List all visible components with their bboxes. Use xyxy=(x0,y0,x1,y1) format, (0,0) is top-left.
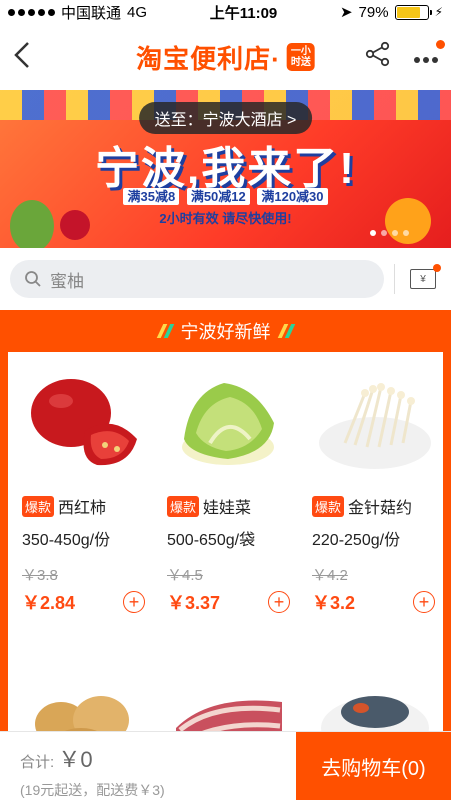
add-to-cart-button[interactable]: + xyxy=(268,591,290,613)
total-amount: ￥0 xyxy=(58,747,93,772)
battery-icon xyxy=(394,4,432,20)
tomato-image xyxy=(25,364,143,482)
promo-item: 满120减30 xyxy=(257,188,328,205)
charging-icon: ⚡ xyxy=(434,5,443,19)
product-card[interactable] xyxy=(153,642,298,758)
cart-bar: 合计: ￥0 (19元起送，配送费￥3) 去购物车(0) xyxy=(0,731,451,800)
product-card[interactable]: 爆款 金针菇约 220-250g/份 ￥4.2 ￥3.2 + xyxy=(298,352,443,642)
more-button[interactable] xyxy=(413,40,445,70)
search-bar: 蜜柚 ¥ xyxy=(0,248,451,311)
hot-tag: 爆款 xyxy=(312,495,345,517)
chevron-left-icon xyxy=(14,41,29,68)
product-grid-row2 xyxy=(8,642,443,758)
nav-bar: 淘宝便利店· 一小时送 xyxy=(0,24,451,90)
product-spec: 500-650g/袋 xyxy=(167,532,256,549)
share-icon xyxy=(365,41,390,67)
plus-icon: + xyxy=(273,592,285,612)
carrier: 中国联通 xyxy=(61,4,122,22)
signal-icon xyxy=(8,8,55,16)
product-spec: 220-250g/份 xyxy=(312,532,401,549)
cherry-image xyxy=(60,210,90,240)
orange-image xyxy=(385,198,431,244)
promo-item: 满50减12 xyxy=(186,188,250,205)
decor-slash-icon xyxy=(277,324,295,338)
delivery-address[interactable]: 送至：宁波大酒店 > xyxy=(138,102,313,134)
network-type: 4G xyxy=(127,3,148,21)
sale-price: ￥2.84 xyxy=(22,593,76,613)
product-card[interactable] xyxy=(298,642,443,758)
notification-dot xyxy=(436,40,445,49)
back-button[interactable] xyxy=(12,40,42,75)
coupon-icon: ¥ xyxy=(410,269,436,289)
product-spec: 350-450g/份 xyxy=(22,532,111,549)
original-price: ￥4.2 xyxy=(312,567,348,584)
enoki-mushroom-image xyxy=(315,364,433,482)
battery-percent: 79% xyxy=(358,3,389,21)
notification-dot xyxy=(433,264,441,272)
plus-icon: + xyxy=(418,592,430,612)
product-card[interactable] xyxy=(8,642,153,758)
share-button[interactable] xyxy=(365,41,391,73)
baby-cabbage-image xyxy=(170,364,288,482)
coupon-button[interactable]: ¥ xyxy=(405,264,441,292)
search-placeholder: 蜜柚 xyxy=(50,271,84,291)
product-name: 西红柿 xyxy=(58,500,107,517)
sale-price: ￥3.2 xyxy=(312,593,356,613)
cart-total: 合计: ￥0 xyxy=(20,742,296,774)
brand-badge: 一小时送 xyxy=(286,43,315,71)
plus-icon: + xyxy=(128,592,140,612)
avocado-image xyxy=(10,200,54,248)
more-icon xyxy=(414,57,438,63)
product-grid: 爆款 西红柿 350-450g/份 ￥3.8 ￥2.84 + 爆款 娃娃菜 50… xyxy=(8,352,443,642)
product-card[interactable]: 爆款 娃娃菜 500-650g/袋 ￥4.5 ￥3.37 + xyxy=(153,352,298,642)
divider xyxy=(394,264,395,294)
brand-logo: 淘宝便利店· 一小时送 xyxy=(136,39,315,76)
product-card[interactable]: 爆款 西红柿 350-450g/份 ￥3.8 ￥2.84 + xyxy=(8,352,153,642)
go-to-cart-button[interactable]: 去购物车(0) xyxy=(296,732,451,800)
sale-price: ￥3.37 xyxy=(167,593,221,613)
clock: 上午11:09 xyxy=(209,4,278,22)
banner-pager xyxy=(370,230,409,236)
hot-tag: 爆款 xyxy=(167,495,200,517)
total-label: 合计: xyxy=(20,754,55,771)
add-to-cart-button[interactable]: + xyxy=(413,591,435,613)
promo-banner[interactable]: 送至：宁波大酒店 > 宁波,我来了! 满35减8 满50减12 满120减30 … xyxy=(0,90,451,248)
pager-dot xyxy=(392,230,398,236)
add-to-cart-button[interactable]: + xyxy=(123,591,145,613)
section-title: 宁波好新鲜 xyxy=(180,322,271,342)
status-bar: 中国联通 4G 上午11:09 ➤ 79% ⚡ xyxy=(0,0,451,24)
location-icon: ➤ xyxy=(339,4,353,21)
decor-slash-icon xyxy=(156,324,174,338)
section-header: 宁波好新鲜 xyxy=(0,310,451,352)
original-price: ￥4.5 xyxy=(167,567,203,584)
original-price: ￥3.8 xyxy=(22,567,58,584)
pager-dot xyxy=(403,230,409,236)
brand-title: 淘宝便利店· xyxy=(136,43,281,74)
delivery-note: (19元起送，配送费￥3) xyxy=(20,782,165,798)
product-name: 金针菇约 xyxy=(348,500,413,517)
hot-tag: 爆款 xyxy=(22,495,55,517)
banner-promos: 满35减8 满50减12 满120减30 xyxy=(0,186,451,205)
fresh-section: 宁波好新鲜 爆款 西红柿 350-450g/份 ￥3.8 ￥2.84 + 爆款 … xyxy=(0,310,451,800)
promo-item: 满35减8 xyxy=(123,188,180,205)
search-input[interactable]: 蜜柚 xyxy=(10,260,384,298)
pager-dot xyxy=(381,230,387,236)
pager-dot xyxy=(370,230,376,236)
search-icon xyxy=(25,271,41,287)
product-name: 娃娃菜 xyxy=(203,500,252,517)
